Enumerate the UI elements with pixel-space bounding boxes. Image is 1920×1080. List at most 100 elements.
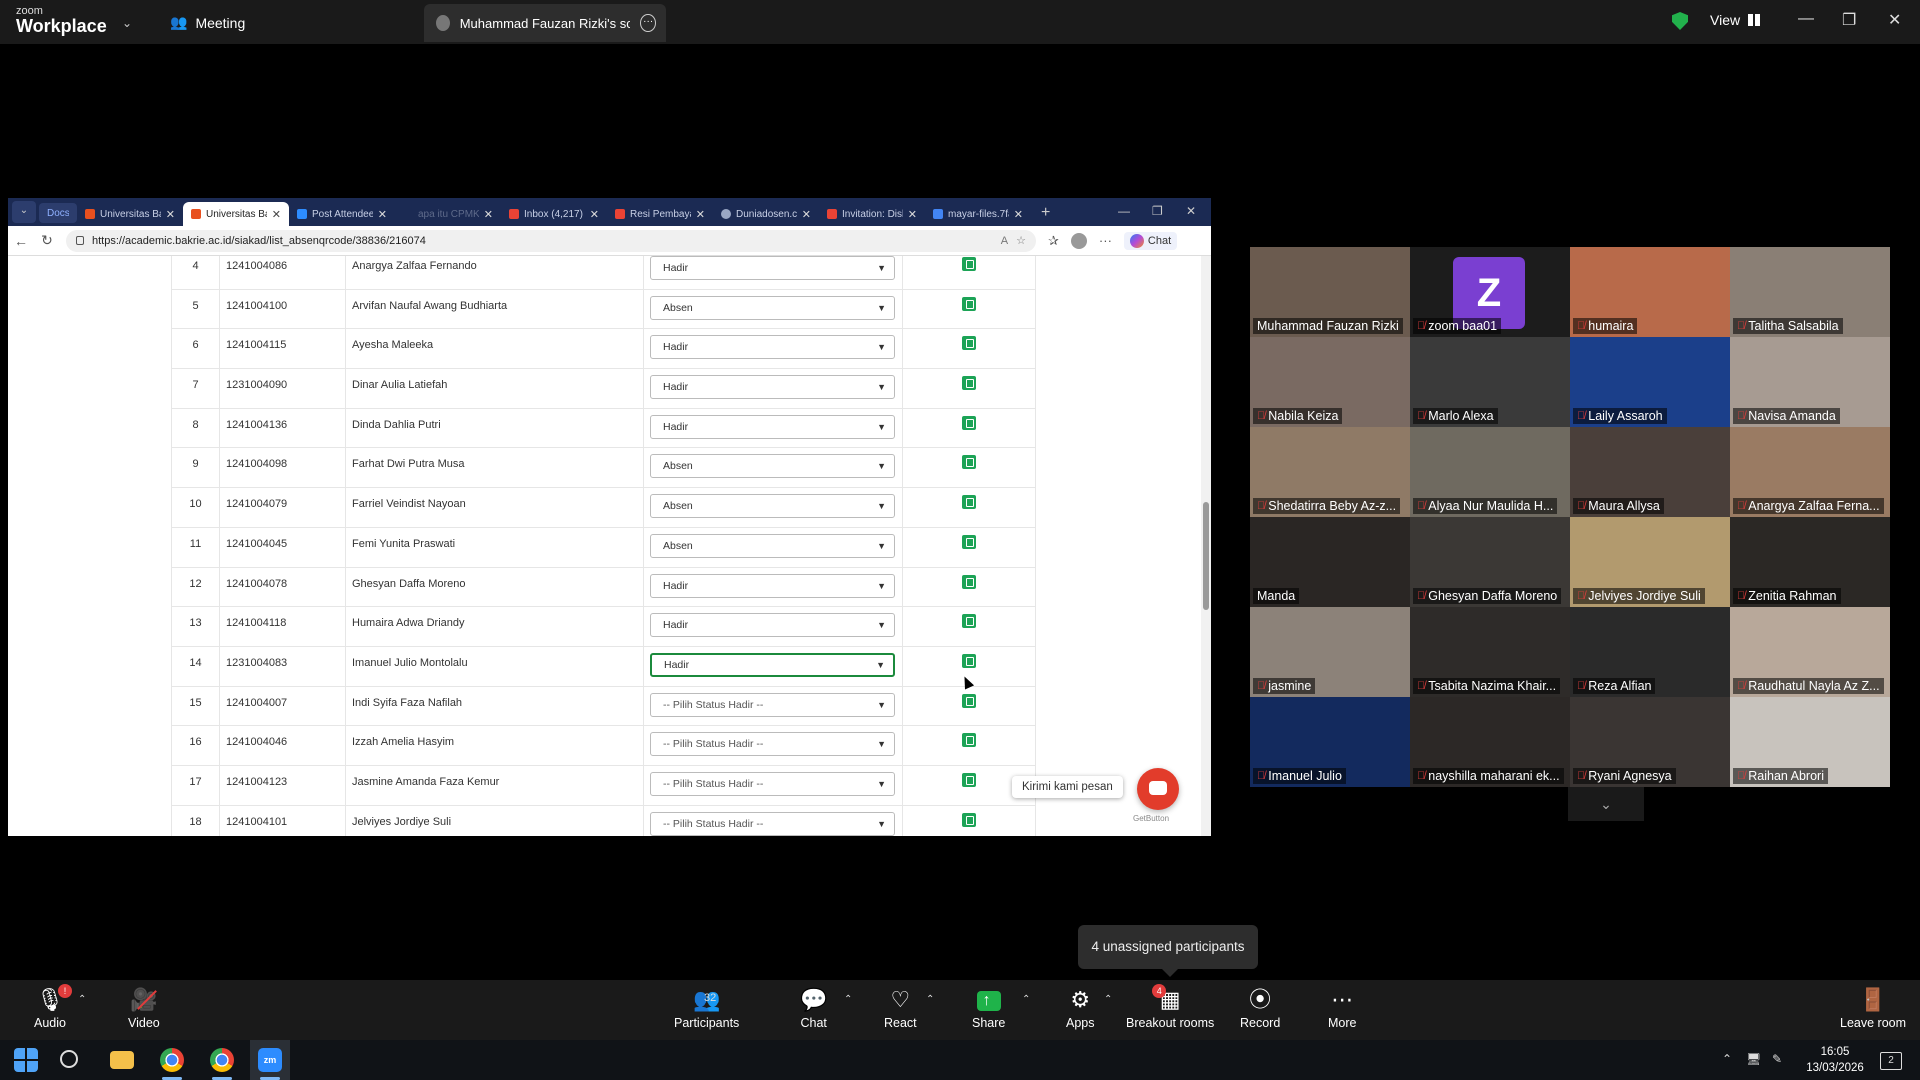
browser-tab[interactable]: Post Attendee ✕: [289, 202, 395, 226]
participant-tile[interactable]: 🎙̸ Ryani Agnesya: [1570, 697, 1730, 787]
network-icon[interactable]: 🖥: [1746, 1052, 1761, 1066]
file-explorer-icon[interactable]: [110, 1051, 134, 1069]
participant-tile[interactable]: Z 🎙̸ zoom baa01: [1410, 247, 1570, 337]
attendance-status-select[interactable]: -- Pilih Status Hadir -- ▼: [650, 811, 895, 836]
share-button[interactable]: Share: [972, 986, 1005, 1030]
participant-tile[interactable]: 🎙̸ Shedatirra Beby Az-z...: [1250, 427, 1410, 517]
participants-button[interactable]: 👥 32 Participants: [674, 986, 739, 1030]
save-icon[interactable]: [962, 772, 976, 787]
chevron-up-icon[interactable]: ⌃: [1104, 994, 1112, 1005]
save-icon[interactable]: [962, 495, 976, 510]
save-icon[interactable]: [962, 574, 976, 589]
record-button[interactable]: ⦿ Record: [1240, 986, 1280, 1030]
attendance-status-select[interactable]: -- Pilih Status Hadir -- ▼: [650, 771, 895, 796]
attendance-status-select[interactable]: Absen ▼: [650, 533, 895, 558]
save-icon[interactable]: [962, 296, 976, 311]
participant-tile[interactable]: 🎙̸ nayshilla maharani ek...: [1410, 697, 1570, 787]
favorites-icon[interactable]: ✰: [1048, 233, 1059, 249]
participant-tile[interactable]: 🎙̸ jasmine: [1250, 607, 1410, 697]
scrollbar-thumb[interactable]: [1203, 502, 1209, 610]
save-icon[interactable]: [962, 336, 976, 351]
windows-start-icon[interactable]: [14, 1048, 38, 1072]
minimize-icon[interactable]: —: [1798, 10, 1814, 28]
browser-tab[interactable]: Invitation: Diski ✕: [819, 202, 925, 226]
attendance-status-select[interactable]: Hadir ▼: [650, 414, 895, 439]
attendance-status-select[interactable]: Absen ▼: [650, 494, 895, 519]
participant-tile[interactable]: Manda: [1250, 517, 1410, 607]
browser-tab[interactable]: Duniadosen.com✕: [713, 202, 819, 226]
save-icon[interactable]: [962, 415, 976, 430]
browser-tab[interactable]: Universitas Bakrie✕: [77, 202, 183, 226]
attendance-status-select[interactable]: Hadir ▼: [650, 256, 895, 280]
more-options-icon[interactable]: ···: [640, 14, 657, 32]
chevron-up-icon[interactable]: ⌃: [844, 994, 852, 1005]
audio-button[interactable]: 🎙! Audio: [34, 984, 72, 1030]
attendance-status-select[interactable]: Hadir ▼: [650, 652, 895, 677]
browser-tab-docs[interactable]: Docs: [39, 203, 77, 223]
attendance-status-select[interactable]: -- Pilih Status Hadir -- ▼: [650, 692, 895, 717]
close-tab-icon[interactable]: ✕: [1014, 208, 1023, 221]
video-button[interactable]: 🎥 Video: [128, 986, 160, 1030]
chevron-up-icon[interactable]: ⌃: [78, 994, 86, 1005]
zoom-app-icon[interactable]: zm: [258, 1048, 282, 1072]
react-button[interactable]: ♡ React: [884, 986, 917, 1030]
close-tab-icon[interactable]: ✕: [590, 208, 599, 221]
chevron-up-icon[interactable]: ⌃: [1022, 994, 1030, 1005]
profile-icon[interactable]: [1070, 232, 1087, 249]
more-icon[interactable]: ···: [1099, 233, 1112, 248]
participant-tile[interactable]: 🎙̸ Tsabita Nazima Khair...: [1410, 607, 1570, 697]
screen-share-tab[interactable]: Muhammad Fauzan Rizki's screen ···: [424, 4, 666, 42]
attendance-status-select[interactable]: Hadir ▼: [650, 573, 895, 598]
refresh-icon[interactable]: ↻: [34, 232, 60, 249]
close-tab-icon[interactable]: ✕: [484, 208, 493, 221]
browser-tab[interactable]: mayar-files.7fa ✕: [925, 202, 1031, 226]
restore-icon[interactable]: ❐: [1152, 204, 1163, 218]
close-tab-icon[interactable]: ✕: [802, 208, 811, 221]
participant-tile[interactable]: 🎙̸ Jelviyes Jordiye Suli: [1570, 517, 1730, 607]
save-icon[interactable]: [962, 257, 976, 271]
participant-tile[interactable]: 🎙̸ Ghesyan Daffa Moreno: [1410, 517, 1570, 607]
save-icon[interactable]: [962, 812, 976, 827]
participant-tile[interactable]: 🎙̸ humaira: [1570, 247, 1730, 337]
participant-tile[interactable]: 🎙̸ Zenitia Rahman: [1730, 517, 1890, 607]
attendance-status-select[interactable]: Absen ▼: [650, 454, 895, 479]
breakout-rooms-button[interactable]: ▦ 4 Breakout rooms: [1126, 984, 1214, 1030]
browser-tab-active[interactable]: Universitas Bakrie✕: [183, 202, 289, 226]
participant-tile[interactable]: 🎙̸ Raihan Abrori: [1730, 697, 1890, 787]
chevron-up-icon[interactable]: ⌃: [926, 994, 934, 1005]
participant-tile[interactable]: 🎙̸ Reza Alfian: [1570, 607, 1730, 697]
tab-actions-icon[interactable]: ⌄: [12, 201, 36, 223]
new-tab-icon[interactable]: +: [1041, 204, 1050, 222]
save-icon[interactable]: [962, 376, 976, 391]
participant-tile[interactable]: 🎙̸ Laily Assaroh: [1570, 337, 1730, 427]
browser-tab[interactable]: Inbox (4,217) ✕: [501, 202, 607, 226]
save-icon[interactable]: [962, 534, 976, 549]
taskbar-clock[interactable]: 16:05 13/03/2026: [1800, 1044, 1870, 1076]
attendance-status-select[interactable]: -- Pilih Status Hadir -- ▼: [650, 732, 895, 757]
save-icon[interactable]: [962, 455, 976, 470]
attendance-status-select[interactable]: Hadir ▼: [650, 613, 895, 638]
close-tab-icon[interactable]: ✕: [378, 208, 387, 221]
close-tab-icon[interactable]: ✕: [696, 208, 705, 221]
search-icon[interactable]: [60, 1050, 78, 1068]
copilot-chat-button[interactable]: Chat: [1123, 231, 1178, 250]
close-tab-icon[interactable]: ✕: [272, 208, 281, 221]
attendance-status-select[interactable]: Hadir ▼: [650, 335, 895, 360]
close-tab-icon[interactable]: ✕: [166, 208, 175, 221]
close-icon[interactable]: ✕: [1186, 204, 1196, 218]
participant-tile[interactable]: 🎙̸ Alyaa Nur Maulida H...: [1410, 427, 1570, 517]
favorite-star-icon[interactable]: ☆: [1016, 234, 1026, 247]
participant-tile[interactable]: Muhammad Fauzan Rizki: [1250, 247, 1410, 337]
getbutton-chat-button[interactable]: [1137, 768, 1179, 810]
scrollbar[interactable]: [1201, 256, 1211, 836]
save-icon[interactable]: [962, 733, 976, 748]
chrome-icon[interactable]: [160, 1048, 184, 1072]
save-icon[interactable]: [962, 614, 976, 629]
participant-tile[interactable]: 🎙̸ Marlo Alexa: [1410, 337, 1570, 427]
participant-tile[interactable]: 🎙̸ Raudhatul Nayla Az Z...: [1730, 607, 1890, 697]
encryption-shield-icon[interactable]: [1672, 12, 1688, 30]
attendance-status-select[interactable]: Hadir ▼: [650, 375, 895, 400]
chrome-profile-icon[interactable]: [210, 1048, 234, 1072]
browser-tab[interactable]: Resi Pembayaran✕: [607, 202, 713, 226]
leave-room-button[interactable]: 🚪 Leave room: [1840, 986, 1906, 1030]
